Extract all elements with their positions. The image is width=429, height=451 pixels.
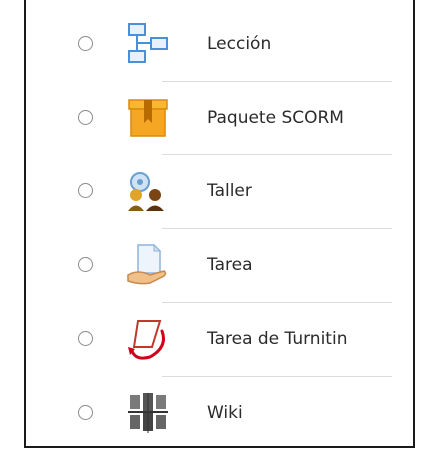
activity-label: Tarea <box>207 255 253 275</box>
radio-button[interactable] <box>78 183 93 198</box>
activity-option-tarea[interactable]: Tarea <box>66 227 386 303</box>
lesson-icon <box>126 22 170 66</box>
scorm-package-icon <box>126 96 170 140</box>
turnitin-icon <box>126 317 170 361</box>
activity-label: Taller <box>207 181 252 201</box>
activity-chooser-panel: Lección Paquete SCORM Taller Tarea Tarea… <box>24 0 415 448</box>
radio-button[interactable] <box>78 36 93 51</box>
activity-label: Lección <box>207 34 272 54</box>
activity-option-paquete-scorm[interactable]: Paquete SCORM <box>66 80 386 156</box>
radio-button[interactable] <box>78 110 93 125</box>
assignment-icon <box>126 243 170 287</box>
activity-label: Wiki <box>207 403 243 423</box>
activity-label: Paquete SCORM <box>207 108 344 128</box>
wiki-icon <box>126 391 170 435</box>
radio-button[interactable] <box>78 405 93 420</box>
activity-option-tarea-de-turnitin[interactable]: Tarea de Turnitin <box>66 301 386 377</box>
radio-button[interactable] <box>78 331 93 346</box>
workshop-icon <box>126 169 170 213</box>
activity-option-wiki[interactable]: Wiki <box>66 375 386 451</box>
activity-option-taller[interactable]: Taller <box>66 153 386 229</box>
activity-label: Tarea de Turnitin <box>207 329 348 349</box>
radio-button[interactable] <box>78 257 93 272</box>
activity-option-leccion[interactable]: Lección <box>66 6 386 82</box>
